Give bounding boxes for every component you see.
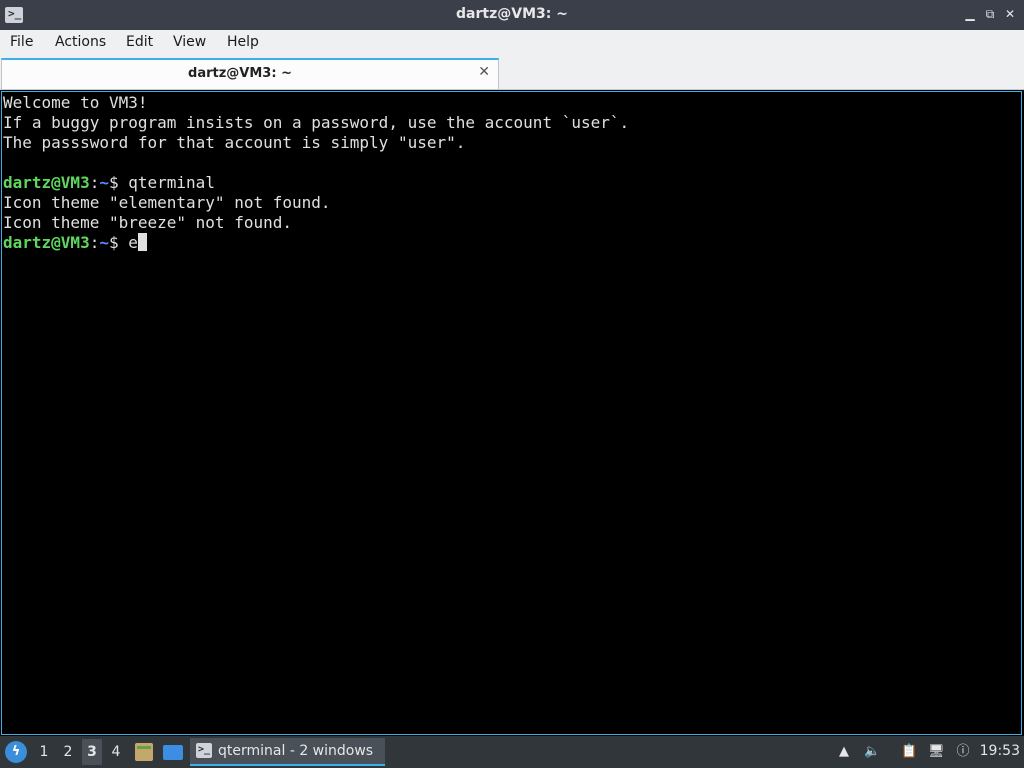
prompt-symbol: $ [108, 173, 129, 192]
clipboard-icon[interactable]: 📋 [901, 744, 917, 760]
desktop-switch-2[interactable]: 2 [58, 744, 78, 760]
terminal-line: Icon theme "elementary" not found. [3, 193, 331, 212]
prompt-symbol: $ [108, 233, 129, 252]
minimize-button[interactable]: ▁ [962, 6, 978, 22]
tab-bar: dartz@VM3: ~ ✕ [0, 56, 1024, 90]
clock[interactable]: 19:53 [980, 743, 1020, 759]
prompt-path: ~ [99, 173, 109, 192]
desktop-switch-1[interactable]: 1 [34, 744, 54, 760]
network-icon[interactable]: 🖥 [928, 744, 945, 760]
taskbar: ϟ 1 2 3 4 >_ qterminal - 2 windows ▲ 🔈 📋… [0, 736, 1024, 768]
menu-view[interactable]: View [173, 34, 206, 50]
menu-help[interactable]: Help [227, 34, 259, 50]
prompt-separator: : [89, 173, 100, 192]
show-desktop-icon[interactable] [163, 745, 183, 760]
tab-label: dartz@VM3: ~ [188, 66, 292, 81]
prompt-user-host: dartz@VM3 [3, 173, 90, 192]
tab-terminal[interactable]: dartz@VM3: ~ ✕ [1, 58, 499, 89]
prompt-separator: : [89, 233, 100, 252]
prompt-user-host: dartz@VM3 [3, 233, 90, 252]
terminal-line: If a buggy program insists on a password… [3, 113, 630, 132]
terminal-output[interactable]: Welcome to VM3! If a buggy program insis… [1, 91, 1022, 735]
task-label: qterminal - 2 windows [218, 743, 374, 759]
terminal-line: The passsword for that account is simply… [3, 133, 466, 152]
update-notifier-icon[interactable]: ⓘ [955, 744, 971, 760]
tray-expand-icon[interactable]: ▲ [836, 744, 852, 760]
command-text: qterminal [128, 173, 215, 192]
volume-icon[interactable]: 🔈 [864, 744, 880, 760]
menu-actions[interactable]: Actions [55, 34, 106, 50]
terminal-prompt-line: dartz@VM3:~$ qterminal [3, 173, 1021, 193]
desktop-switch-3[interactable]: 3 [82, 739, 102, 765]
text-cursor [137, 233, 147, 251]
start-menu-icon[interactable]: ϟ [5, 741, 27, 763]
desktop-switch-4[interactable]: 4 [106, 744, 126, 760]
window-title: dartz@VM3: ~ [456, 6, 568, 22]
file-manager-icon[interactable] [135, 743, 153, 761]
close-button[interactable]: ✕ [1002, 6, 1018, 22]
terminal-prompt-line: dartz@VM3:~$ e [3, 233, 1021, 253]
terminal-line: Welcome to VM3! [3, 93, 148, 112]
window-titlebar[interactable]: >_ dartz@VM3: ~ ▁ ⧉ ✕ [0, 0, 1024, 30]
maximize-button[interactable]: ⧉ [982, 6, 998, 22]
current-input: e [128, 233, 138, 252]
menu-file[interactable]: File [10, 34, 33, 50]
taskbar-task-qterminal[interactable]: >_ qterminal - 2 windows [190, 738, 385, 766]
terminal-line: Icon theme "breeze" not found. [3, 213, 292, 232]
prompt-path: ~ [99, 233, 109, 252]
tab-close-icon[interactable]: ✕ [478, 64, 490, 80]
terminal-icon: >_ [196, 743, 212, 758]
menu-edit[interactable]: Edit [126, 34, 153, 50]
menu-bar: File Actions Edit View Help [0, 30, 1024, 56]
